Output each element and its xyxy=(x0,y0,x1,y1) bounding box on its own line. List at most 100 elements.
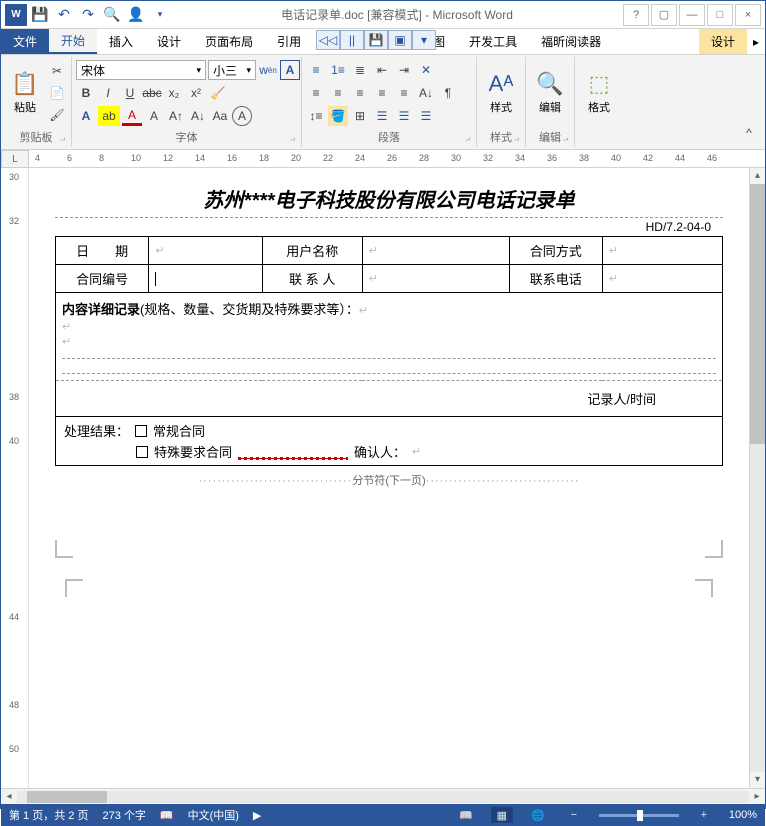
borders-button[interactable]: ⊞ xyxy=(350,106,370,126)
show-marks-button[interactable]: ¶ xyxy=(438,83,458,103)
float-save-button[interactable]: 💾 xyxy=(364,30,388,50)
cell-contact-value[interactable]: ↵ xyxy=(362,265,509,293)
cell-contract-type-label[interactable]: 合同方式 xyxy=(509,237,602,265)
vscroll-thumb[interactable] xyxy=(750,184,765,444)
zoom-out-button[interactable]: − xyxy=(563,807,585,823)
tab-table-design[interactable]: 设计 xyxy=(699,29,747,54)
checkbox-special[interactable] xyxy=(136,446,148,458)
minimize-button[interactable]: — xyxy=(679,4,705,26)
align-left-button[interactable]: ≡ xyxy=(306,83,326,103)
cell-date-label[interactable]: 日 期 xyxy=(56,237,149,265)
cell-content[interactable]: 内容详细记录(规格、数量、交货期及特殊要求等）：↵ ↵ ↵ xyxy=(56,293,723,381)
collapse-ribbon-button[interactable]: ^ xyxy=(739,123,759,143)
strikethrough-button[interactable]: abc xyxy=(142,83,162,103)
cell-contract-no-label[interactable]: 合同编号 xyxy=(56,265,149,293)
float-prev-button[interactable]: ◁◁ xyxy=(316,30,340,50)
char-shading-button[interactable]: A xyxy=(144,106,164,126)
close-button[interactable]: × xyxy=(735,4,761,26)
align-right-button[interactable]: ≡ xyxy=(350,83,370,103)
tab-overflow[interactable]: ▸ xyxy=(747,29,765,54)
increase-indent-button[interactable]: ⇥ xyxy=(394,60,414,80)
cell-recorder[interactable]: 记录人/时间 xyxy=(56,381,723,417)
cell-contact-label[interactable]: 联 系 人 xyxy=(262,265,362,293)
bullets-button[interactable]: ≡ xyxy=(306,60,326,80)
tab-home[interactable]: 开始 xyxy=(49,29,97,54)
tab-selector[interactable]: L xyxy=(1,150,29,168)
float-more-button[interactable]: ▾ xyxy=(412,30,436,50)
zoom-slider-knob[interactable] xyxy=(637,810,643,821)
grow-font-button[interactable]: A↑ xyxy=(166,106,186,126)
cell-phone-label[interactable]: 联系电话 xyxy=(509,265,602,293)
tab-developer[interactable]: 开发工具 xyxy=(457,29,529,54)
line-spacing-button[interactable]: ↕≡ xyxy=(306,106,326,126)
status-macro-icon[interactable]: ▶ xyxy=(253,809,261,822)
undo-button[interactable]: ↶ xyxy=(53,4,75,26)
justify-button[interactable]: ≡ xyxy=(372,83,392,103)
cell-phone-value[interactable]: ↵ xyxy=(602,265,722,293)
enclose-char-button[interactable]: A xyxy=(232,106,252,126)
zoom-slider[interactable] xyxy=(599,814,679,817)
word-icon[interactable]: W xyxy=(5,4,27,26)
scroll-right-button[interactable]: ▸ xyxy=(749,791,765,802)
sort-button[interactable]: A↓ xyxy=(416,83,436,103)
font-name-select[interactable]: 宋体▾ xyxy=(76,60,206,80)
tab-references[interactable]: 引用 xyxy=(265,29,313,54)
paste-button[interactable]: 📋 粘贴 xyxy=(5,59,45,127)
superscript-button[interactable]: x² xyxy=(186,83,206,103)
find-button[interactable]: 🔍 编辑 xyxy=(530,59,570,127)
decrease-indent-button[interactable]: ⇤ xyxy=(372,60,392,80)
clear-format-button[interactable]: 🧹 xyxy=(208,83,228,103)
help-button[interactable]: ? xyxy=(623,4,649,26)
text-effects-button[interactable]: A xyxy=(76,106,96,126)
tab-file[interactable]: 文件 xyxy=(1,29,49,54)
status-proofing-icon[interactable]: 📖 xyxy=(160,809,174,822)
styles-button[interactable]: Aᴬ 样式 xyxy=(481,59,521,127)
hscroll-thumb[interactable] xyxy=(27,791,107,803)
vscroll-track[interactable] xyxy=(750,184,765,772)
view-read-button[interactable]: 📖 xyxy=(455,807,477,823)
format-button[interactable]: ⬚ 格式 xyxy=(579,59,619,127)
shrink-font-button[interactable]: A↓ xyxy=(188,106,208,126)
subscript-button[interactable]: x₂ xyxy=(164,83,184,103)
status-word-count[interactable]: 273 个字 xyxy=(102,807,145,823)
numbering-button[interactable]: 1≡ xyxy=(328,60,348,80)
vertical-ruler[interactable]: 30323840444850 xyxy=(1,168,29,788)
cut-button[interactable]: ✂ xyxy=(47,61,67,81)
special-detail-field[interactable] xyxy=(238,445,348,459)
copy-button[interactable]: 📄 xyxy=(47,83,67,103)
horizontal-ruler[interactable]: 4681012141618202224262830323436384042444… xyxy=(29,150,765,167)
cell-date-value[interactable]: ↵ xyxy=(149,237,262,265)
ribbon-options-button[interactable]: ▢ xyxy=(651,4,677,26)
tab-insert[interactable]: 插入 xyxy=(97,29,145,54)
cell-contract-type-value[interactable]: ↵ xyxy=(602,237,722,265)
format-painter-button[interactable]: 🖌 xyxy=(47,105,67,125)
tab-layout[interactable]: 页面布局 xyxy=(193,29,265,54)
phonetic-guide-button[interactable]: wén xyxy=(258,60,278,80)
form-table[interactable]: 日 期 ↵ 用户名称 ↵ 合同方式 ↵ 合同编号 联 系 人 ↵ 联系电话 ↵ xyxy=(55,236,723,466)
qat-more-button[interactable]: 👤 xyxy=(125,4,147,26)
tab-foxit[interactable]: 福昕阅读器 xyxy=(529,29,613,54)
save-button[interactable]: 💾 xyxy=(29,4,51,26)
highlight-button[interactable]: ab xyxy=(98,106,120,126)
horizontal-scrollbar[interactable]: ◂ ▸ xyxy=(1,788,765,804)
tab-design[interactable]: 设计 xyxy=(145,29,193,54)
zoom-in-button[interactable]: + xyxy=(693,807,715,823)
hscroll-track[interactable] xyxy=(17,791,749,803)
status-language[interactable]: 中文(中国) xyxy=(188,807,239,823)
status-page[interactable]: 第 1 页，共 2 页 xyxy=(9,807,88,823)
view-print-button[interactable]: ▦ xyxy=(491,807,513,823)
float-stop-button[interactable]: ▣ xyxy=(388,30,412,50)
scroll-left-button[interactable]: ◂ xyxy=(1,791,17,802)
qat-dropdown[interactable]: ▾ xyxy=(149,4,171,26)
bold-button[interactable]: B xyxy=(76,83,96,103)
para-opt2-button[interactable]: ☰ xyxy=(416,106,436,126)
ruler-align-button[interactable]: ✕ xyxy=(416,60,436,80)
font-color-button[interactable]: A xyxy=(122,106,142,126)
maximize-button[interactable]: □ xyxy=(707,4,733,26)
scroll-down-button[interactable]: ▾ xyxy=(750,772,765,788)
cell-customer-label[interactable]: 用户名称 xyxy=(262,237,362,265)
print-preview-button[interactable]: 🔍 xyxy=(101,4,123,26)
char-border-button[interactable]: A xyxy=(280,60,300,80)
para-opt1-button[interactable]: ☰ xyxy=(394,106,414,126)
page-scroll-area[interactable]: 苏州****电子科技股份有限公司电话记录单 HD/7.2-04-0 日 期 ↵ … xyxy=(29,168,749,788)
